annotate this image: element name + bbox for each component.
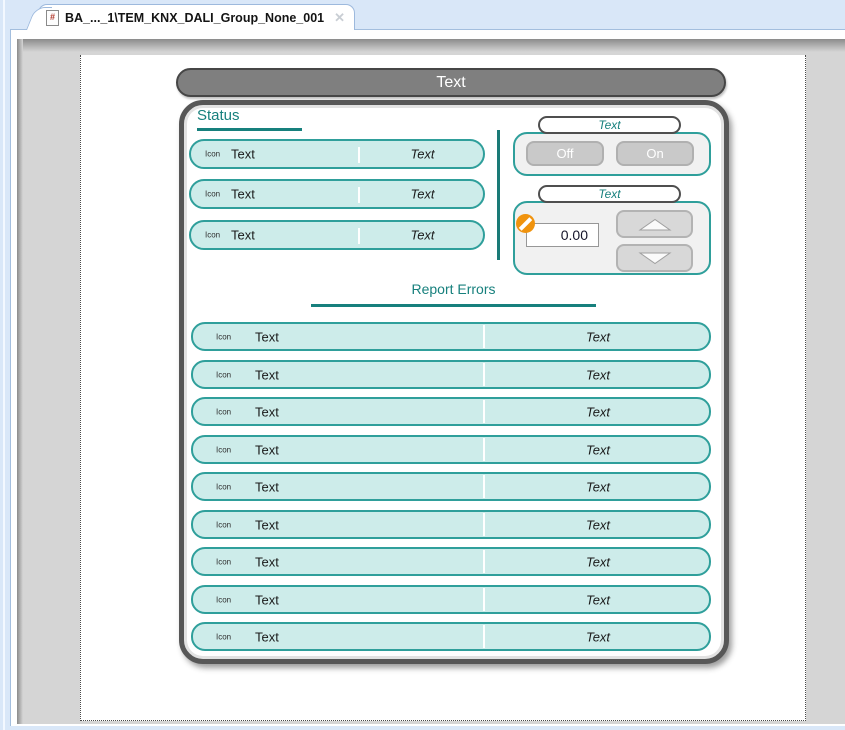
design-canvas: Text Status Icon Text Text Icon Text Tex… bbox=[17, 39, 845, 724]
error-row-icon: Icon bbox=[216, 520, 231, 529]
error-row-icon: Icon bbox=[216, 557, 231, 566]
status-row-icon: Icon bbox=[205, 231, 220, 240]
canvas-top-bezel bbox=[17, 39, 845, 52]
design-page: Text Status Icon Text Text Icon Text Tex… bbox=[80, 55, 806, 721]
status-heading-rule bbox=[197, 128, 302, 131]
status-row-icon: Icon bbox=[205, 150, 220, 159]
status-row: Icon Text Text bbox=[189, 139, 485, 169]
window-edge-highlight bbox=[3, 0, 5, 730]
off-button[interactable]: Off bbox=[526, 141, 604, 166]
error-row-value: Text bbox=[485, 554, 711, 569]
tab-title: BA_..._1\TEM_KNX_DALI_Group_None_001 bbox=[65, 11, 324, 25]
error-row-value: Text bbox=[485, 367, 711, 382]
error-row-label: Text bbox=[255, 517, 279, 532]
error-row: Icon Text Text bbox=[191, 547, 711, 576]
status-row: Icon Text Text bbox=[189, 220, 485, 250]
error-row-value: Text bbox=[485, 592, 711, 607]
status-row-value: Text bbox=[360, 147, 485, 162]
setpoint-group-label: Text bbox=[538, 185, 681, 203]
error-row: Icon Text Text bbox=[191, 360, 711, 389]
error-row-icon: Icon bbox=[216, 332, 231, 341]
error-row-label: Text bbox=[255, 479, 279, 494]
status-row-icon: Icon bbox=[205, 190, 220, 199]
error-row-label: Text bbox=[255, 629, 279, 644]
chevron-up-icon bbox=[636, 218, 674, 231]
on-button[interactable]: On bbox=[616, 141, 694, 166]
template-panel: Status Icon Text Text Icon Text Text Ico… bbox=[179, 100, 729, 664]
status-row: Icon Text Text bbox=[189, 179, 485, 209]
no-entry-icon bbox=[516, 214, 535, 233]
error-row-label: Text bbox=[255, 592, 279, 607]
tab-close-icon[interactable]: ✕ bbox=[334, 10, 345, 26]
error-row-icon: Icon bbox=[216, 482, 231, 491]
status-row-value: Text bbox=[360, 187, 485, 202]
error-row-icon: Icon bbox=[216, 407, 231, 416]
error-row: Icon Text Text bbox=[191, 510, 711, 539]
error-row-value: Text bbox=[485, 479, 711, 494]
error-row-label: Text bbox=[255, 329, 279, 344]
error-row-value: Text bbox=[485, 442, 711, 457]
document-icon: # bbox=[46, 10, 59, 26]
template-title: Text bbox=[436, 74, 465, 92]
increment-button[interactable] bbox=[616, 210, 693, 238]
error-row-icon: Icon bbox=[216, 445, 231, 454]
error-row-label: Text bbox=[255, 367, 279, 382]
error-row: Icon Text Text bbox=[191, 322, 711, 351]
error-row-icon: Icon bbox=[216, 595, 231, 604]
error-row: Icon Text Text bbox=[191, 585, 711, 614]
status-row-label: Text bbox=[231, 228, 255, 243]
error-row-label: Text bbox=[255, 442, 279, 457]
canvas-left-bezel bbox=[17, 39, 23, 724]
error-row-value: Text bbox=[485, 404, 711, 419]
error-row-value: Text bbox=[485, 629, 711, 644]
error-row-label: Text bbox=[255, 554, 279, 569]
error-row-label: Text bbox=[255, 404, 279, 419]
error-row: Icon Text Text bbox=[191, 435, 711, 464]
error-row-value: Text bbox=[485, 329, 711, 344]
status-heading: Status bbox=[197, 107, 240, 124]
vertical-separator bbox=[497, 130, 500, 260]
error-row-value: Text bbox=[485, 517, 711, 532]
template-title-bar: Text bbox=[176, 68, 726, 97]
error-row: Icon Text Text bbox=[191, 397, 711, 426]
error-row-icon: Icon bbox=[216, 632, 231, 641]
error-row-icon: Icon bbox=[216, 370, 231, 379]
toggle-group-label: Text bbox=[538, 116, 681, 134]
errors-heading: Report Errors bbox=[311, 281, 596, 297]
status-row-label: Text bbox=[231, 147, 255, 162]
status-row-value: Text bbox=[360, 228, 485, 243]
chevron-down-icon bbox=[636, 252, 674, 265]
error-row: Icon Text Text bbox=[191, 472, 711, 501]
errors-heading-rule bbox=[311, 304, 596, 307]
decrement-button[interactable] bbox=[616, 244, 693, 272]
error-row: Icon Text Text bbox=[191, 622, 711, 651]
setpoint-input[interactable] bbox=[526, 223, 599, 247]
document-tab[interactable]: # BA_..._1\TEM_KNX_DALI_Group_None_001 ✕ bbox=[38, 4, 355, 30]
status-row-label: Text bbox=[231, 187, 255, 202]
